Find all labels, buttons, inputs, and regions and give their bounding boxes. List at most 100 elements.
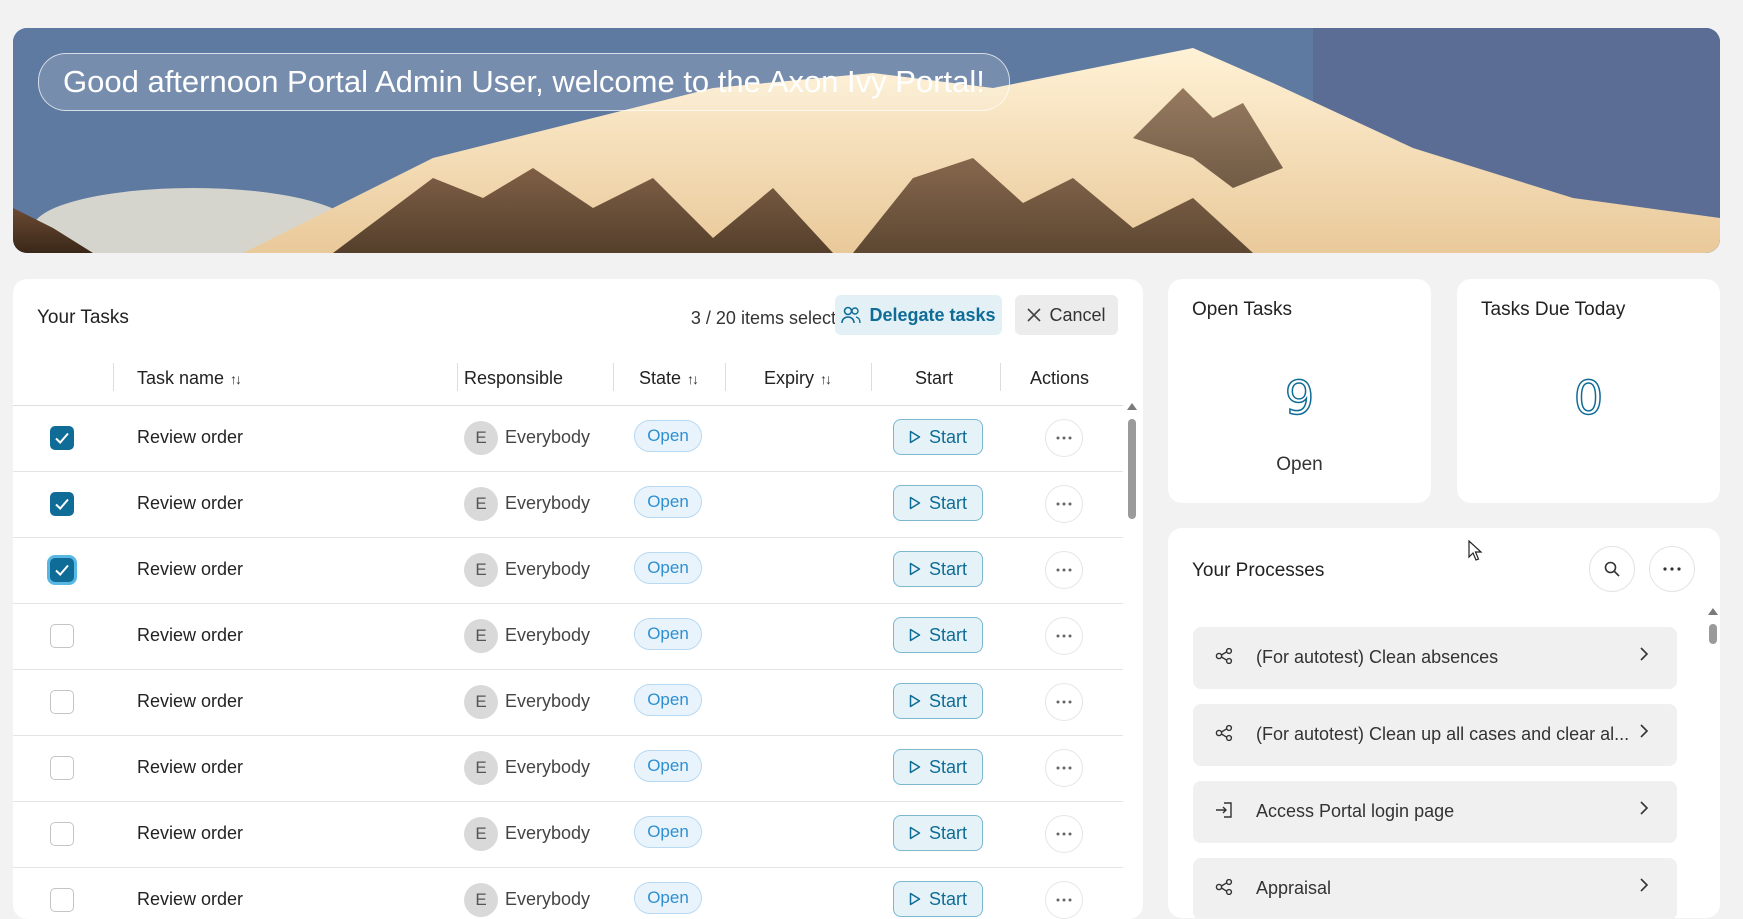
process-item[interactable]: Access Portal login page: [1193, 781, 1677, 843]
start-label: Start: [928, 690, 967, 711]
play-icon: [909, 694, 921, 708]
task-actions-button[interactable]: [1045, 617, 1083, 655]
process-item[interactable]: Appraisal: [1193, 858, 1677, 918]
responsible-name: Everybody: [505, 757, 591, 777]
column-separator: [871, 363, 872, 391]
task-actions-button[interactable]: [1045, 683, 1083, 721]
more-icon: [1056, 832, 1072, 836]
row-select-checkbox[interactable]: [50, 690, 74, 714]
cancel-label: Cancel: [1049, 304, 1106, 325]
table-row[interactable]: Review order E Everybody Open Start: [13, 867, 1123, 919]
task-name[interactable]: Review order: [137, 427, 243, 448]
start-task-button[interactable]: Start: [893, 815, 983, 851]
sort-icon: ↑↓: [820, 371, 832, 387]
sort-icon: ↑↓: [687, 371, 699, 387]
check-icon: [55, 498, 69, 510]
column-task-name[interactable]: Task name ↑↓: [137, 351, 242, 405]
start-task-button[interactable]: Start: [893, 617, 983, 653]
chevron-right-icon: [1639, 722, 1649, 745]
row-select-checkbox[interactable]: [50, 492, 74, 516]
start-label: Start: [928, 888, 967, 909]
tasks-widget-title: Your Tasks: [37, 307, 129, 328]
processes-widget-title: Your Processes: [1192, 560, 1325, 581]
task-actions-button[interactable]: [1045, 881, 1083, 919]
start-task-button[interactable]: Start: [893, 683, 983, 719]
task-actions-button[interactable]: [1045, 815, 1083, 853]
responsible-name: Everybody: [505, 427, 591, 447]
row-select-checkbox[interactable]: [50, 426, 74, 450]
start-label: Start: [928, 492, 967, 513]
start-task-button[interactable]: Start: [893, 551, 983, 587]
table-row[interactable]: Review order E Everybody Open Start: [13, 537, 1123, 604]
table-row[interactable]: Review order E Everybody Open Start: [13, 405, 1123, 472]
column-separator: [457, 363, 458, 391]
process-label: (For autotest) Clean absences: [1256, 647, 1499, 667]
table-row[interactable]: Review order E Everybody Open Start: [13, 669, 1123, 736]
tasks-scrollbar[interactable]: [1126, 403, 1138, 919]
column-expiry[interactable]: Expiry ↑↓: [764, 351, 832, 405]
search-processes-button[interactable]: [1589, 546, 1635, 592]
task-name[interactable]: Review order: [137, 691, 243, 712]
more-icon: [1056, 502, 1072, 506]
selection-count: 3 / 20 items selected: [690, 308, 856, 328]
column-state-label: State: [639, 368, 682, 388]
scroll-up-icon[interactable]: [1708, 608, 1718, 615]
mouse-cursor-icon: [1468, 540, 1483, 561]
open-tasks-widget[interactable]: Open Tasks 9 Open: [1168, 279, 1431, 503]
start-task-button[interactable]: Start: [893, 881, 983, 917]
tasks-due-today-title: Tasks Due Today: [1481, 299, 1626, 320]
row-select-checkbox[interactable]: [50, 624, 74, 648]
start-task-button[interactable]: Start: [893, 485, 983, 521]
table-row[interactable]: Review order E Everybody Open Start: [13, 471, 1123, 538]
more-icon: [1056, 436, 1072, 440]
task-name[interactable]: Review order: [137, 559, 243, 580]
task-name[interactable]: Review order: [137, 889, 243, 910]
play-icon: [909, 628, 921, 642]
check-icon: [55, 564, 69, 576]
table-row[interactable]: Review order E Everybody Open Start: [13, 801, 1123, 868]
scrollbar-thumb[interactable]: [1128, 419, 1136, 519]
row-select-checkbox[interactable]: [50, 756, 74, 780]
task-name[interactable]: Review order: [137, 757, 243, 778]
scroll-up-icon[interactable]: [1127, 403, 1137, 410]
task-name[interactable]: Review order: [137, 493, 243, 514]
table-row[interactable]: Review order E Everybody Open Start: [13, 603, 1123, 670]
scrollbar-thumb[interactable]: [1709, 624, 1717, 644]
greeting-text: Good afternoon Portal Admin User, welcom…: [38, 53, 1010, 111]
start-task-button[interactable]: Start: [893, 419, 983, 455]
process-item[interactable]: (For autotest) Clean up all cases and cl…: [1193, 704, 1677, 766]
responsible-name: Everybody: [505, 625, 591, 645]
search-icon: [1604, 561, 1620, 577]
delegate-tasks-button[interactable]: Delegate tasks: [835, 295, 1002, 335]
avatar: E: [464, 619, 498, 653]
open-tasks-label: Open: [1276, 454, 1323, 475]
start-task-button[interactable]: Start: [893, 749, 983, 785]
column-state[interactable]: State ↑↓: [639, 351, 699, 405]
tasks-due-today-widget[interactable]: Tasks Due Today 0: [1457, 279, 1720, 503]
task-actions-button[interactable]: [1045, 551, 1083, 589]
check-icon: [55, 432, 69, 444]
column-separator: [613, 363, 614, 391]
task-actions-button[interactable]: [1045, 749, 1083, 787]
task-actions-button[interactable]: [1045, 419, 1083, 457]
tasks-due-today-count: 0: [1573, 370, 1604, 426]
processes-scrollbar[interactable]: [1707, 608, 1719, 918]
login-icon: [1216, 802, 1232, 818]
processes-more-button[interactable]: [1649, 546, 1695, 592]
task-name[interactable]: Review order: [137, 625, 243, 646]
state-badge: Open: [634, 486, 702, 518]
avatar: E: [464, 685, 498, 719]
tasks-table-header: Task name ↑↓ Responsible State ↑↓ Expiry ↑↓…: [13, 351, 1123, 406]
row-select-checkbox[interactable]: [50, 558, 74, 582]
cancel-selection-button[interactable]: Cancel: [1015, 295, 1118, 335]
responsible-name: Everybody: [505, 889, 591, 909]
task-name[interactable]: Review order: [137, 823, 243, 844]
process-item[interactable]: (For autotest) Clean absences: [1193, 627, 1677, 689]
table-row[interactable]: Review order E Everybody Open Start: [13, 735, 1123, 802]
state-badge: Open: [634, 750, 702, 782]
task-actions-button[interactable]: [1045, 485, 1083, 523]
row-select-checkbox[interactable]: [50, 888, 74, 912]
row-select-checkbox[interactable]: [50, 822, 74, 846]
start-label: Start: [928, 756, 967, 777]
delegate-tasks-label: Delegate tasks: [869, 304, 996, 325]
